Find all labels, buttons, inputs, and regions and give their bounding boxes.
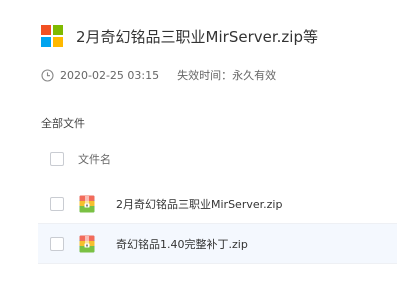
select-all-checkbox[interactable]: [50, 152, 64, 166]
share-title: 2月奇幻铭品三职业MirServer.zip等: [76, 27, 318, 46]
logo-yellow-square: [53, 37, 63, 47]
share-header: 2月奇幻铭品三职业MirServer.zip等: [41, 24, 318, 48]
logo-green-square: [53, 25, 63, 35]
file-name[interactable]: 2月奇幻铭品三职业MirServer.zip: [116, 196, 282, 212]
file-row[interactable]: 2月奇幻铭品三职业MirServer.zip: [38, 184, 397, 224]
expiry-label: 失效时间：永久有效: [177, 69, 277, 82]
zip-archive-icon: [79, 235, 95, 253]
column-header-filename: 文件名: [78, 153, 111, 166]
breadcrumb-all-files[interactable]: 全部文件: [41, 115, 85, 131]
file-table-header: 文件名: [38, 146, 397, 172]
file-table: 文件名 2月奇幻铭品三职业MirServer.zip 奇幻铭品1.40完整补丁.…: [38, 146, 397, 264]
logo-blue-square: [41, 37, 51, 47]
file-name[interactable]: 奇幻铭品1.40完整补丁.zip: [116, 236, 248, 252]
share-meta: 2020-02-25 03:15 失效时间：永久有效: [41, 67, 276, 83]
clock-icon: [41, 68, 54, 82]
zip-archive-icon: [79, 195, 95, 213]
file-checkbox[interactable]: [50, 196, 64, 211]
app-logo-icon: [41, 25, 63, 47]
file-checkbox[interactable]: [50, 236, 64, 251]
file-row[interactable]: 奇幻铭品1.40完整补丁.zip: [38, 224, 397, 264]
logo-red-square: [41, 25, 51, 35]
share-page: 2月奇幻铭品三职业MirServer.zip等 2020-02-25 03:15…: [0, 0, 397, 288]
share-date: 2020-02-25 03:15: [60, 68, 160, 82]
